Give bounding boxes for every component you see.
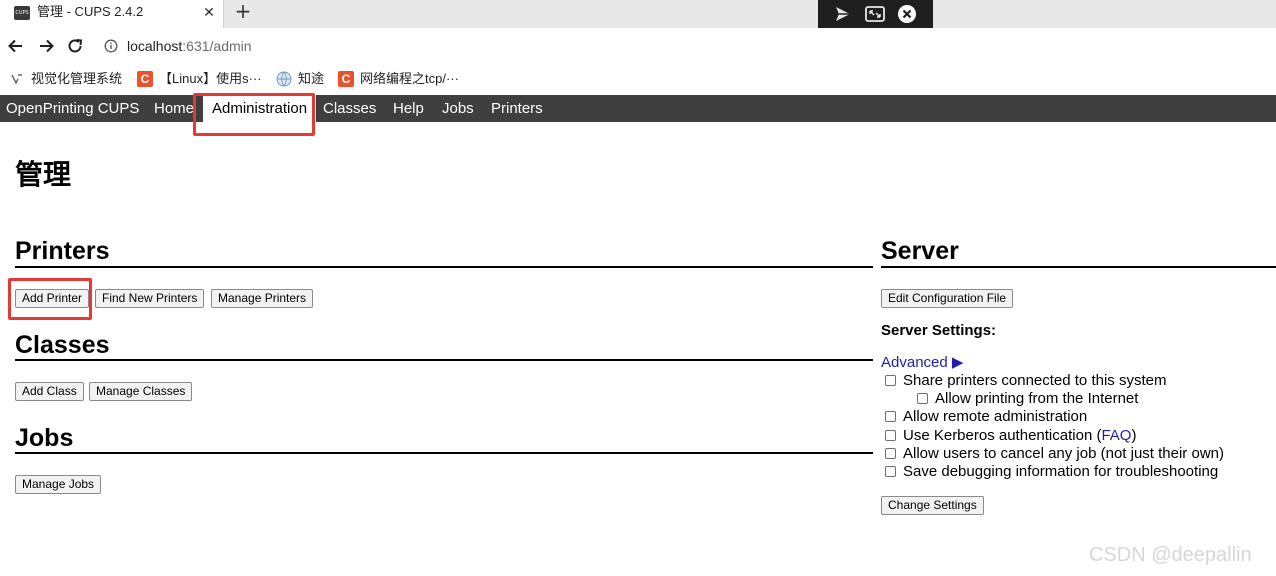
tab-title: 管理 - CUPS 2.4.2 <box>37 4 144 19</box>
printers-divider <box>15 266 873 268</box>
change-settings-button[interactable]: Change Settings <box>881 496 984 515</box>
share-printers-checkbox[interactable] <box>885 375 896 386</box>
add-class-button[interactable]: Add Class <box>15 382 84 401</box>
csdn-icon: C <box>338 71 354 87</box>
option-label: Allow users to cancel any job (not just … <box>903 445 1224 462</box>
nav-printers[interactable]: Printers <box>491 95 543 122</box>
bookmarks-bar: 视觉化管理系统 C 【Linux】使用s··· 知途 C 网络编程之tcp/··… <box>0 64 1276 94</box>
bookmark-item[interactable]: C 【Linux】使用s··· <box>137 71 267 89</box>
annotation-highlight-add-printer <box>8 278 92 320</box>
printers-heading: Printers <box>15 237 110 265</box>
nav-classes[interactable]: Classes <box>323 95 376 122</box>
nav-home[interactable]: Home <box>154 95 194 122</box>
server-heading: Server <box>881 237 959 265</box>
csdn-icon: C <box>137 71 153 87</box>
plus-icon[interactable]: + <box>232 0 254 24</box>
faq-link[interactable]: FAQ <box>1101 427 1131 444</box>
option-label: Use Kerberos authentication (FAQ) <box>903 427 1136 445</box>
bookmark-generic-icon <box>11 74 22 85</box>
server-settings-heading: Server Settings: <box>881 322 997 339</box>
forward-arrow-icon[interactable] <box>36 36 56 56</box>
address-bar-url[interactable]: localhost:631/admin <box>127 38 252 54</box>
bookmark-label: 知途 <box>298 71 325 86</box>
remote-admin-checkbox[interactable] <box>885 411 896 422</box>
classes-divider <box>15 359 873 361</box>
cups-nav-bar: OpenPrinting CUPS Home Administration Cl… <box>0 95 1276 122</box>
url-path: :631/admin <box>182 38 252 54</box>
cancel-any-job-checkbox[interactable] <box>885 448 896 459</box>
jobs-divider <box>15 452 873 454</box>
debug-logging-checkbox[interactable] <box>885 466 896 477</box>
manage-jobs-button[interactable]: Manage Jobs <box>15 475 102 494</box>
close-circle-icon[interactable] <box>896 3 918 25</box>
edit-configuration-file-button[interactable]: Edit Configuration File <box>881 289 1014 308</box>
kerberos-checkbox[interactable] <box>885 430 896 441</box>
site-info-icon[interactable] <box>104 39 118 53</box>
browser-toolbar: localhost:631/admin <box>0 28 1276 64</box>
watermark: CSDN @deepallin <box>1089 544 1252 566</box>
reload-icon[interactable] <box>65 36 85 56</box>
kerberos-label-suffix: ) <box>1131 427 1137 444</box>
bookmark-label: 网络编程之tcp/··· <box>360 71 459 86</box>
allow-internet-printing-checkbox[interactable] <box>917 393 928 404</box>
bookmark-label: 视觉化管理系统 <box>31 71 123 86</box>
globe-icon <box>276 71 292 87</box>
server-divider <box>881 266 1276 268</box>
bookmark-item[interactable]: 知途 <box>276 71 331 89</box>
nav-help[interactable]: Help <box>393 95 424 122</box>
send-icon[interactable] <box>832 3 854 25</box>
classes-heading: Classes <box>15 331 110 359</box>
screen-capture-toolbar <box>818 0 933 29</box>
bookmark-label: 【Linux】使用s··· <box>159 71 262 86</box>
bookmark-item[interactable]: 视觉化管理系统 <box>9 71 129 89</box>
url-host: localhost <box>127 38 183 54</box>
bookmark-item[interactable]: C 网络编程之tcp/··· <box>338 71 468 89</box>
option-label: Share printers connected to this system <box>903 372 1167 389</box>
cups-favicon-icon: CUPS <box>14 6 30 20</box>
option-label: Allow printing from the Internet <box>935 390 1139 407</box>
back-arrow-icon[interactable] <box>6 36 26 56</box>
annotation-highlight-administration <box>193 93 315 136</box>
resize-icon[interactable] <box>864 3 886 25</box>
option-label: Save debugging information for troublesh… <box>903 463 1219 480</box>
manage-classes-button[interactable]: Manage Classes <box>89 382 193 401</box>
option-label: Allow remote administration <box>903 408 1088 425</box>
kerberos-label: Use Kerberos authentication ( <box>903 427 1102 444</box>
manage-printers-button[interactable]: Manage Printers <box>211 289 314 308</box>
nav-openprinting-cups[interactable]: OpenPrinting CUPS <box>6 95 139 122</box>
advanced-toggle-link[interactable]: Advanced ▶ <box>881 354 963 372</box>
browser-tab-active[interactable]: CUPS 管理 - CUPS 2.4.2 ✕ <box>0 0 224 28</box>
nav-jobs[interactable]: Jobs <box>442 95 474 122</box>
page-title: 管理 <box>15 159 72 190</box>
browser-tab-strip: CUPS 管理 - CUPS 2.4.2 ✕ + <box>0 0 1276 29</box>
close-icon[interactable]: ✕ <box>200 3 218 21</box>
jobs-heading: Jobs <box>15 424 74 452</box>
find-new-printers-button[interactable]: Find New Printers <box>95 289 205 308</box>
